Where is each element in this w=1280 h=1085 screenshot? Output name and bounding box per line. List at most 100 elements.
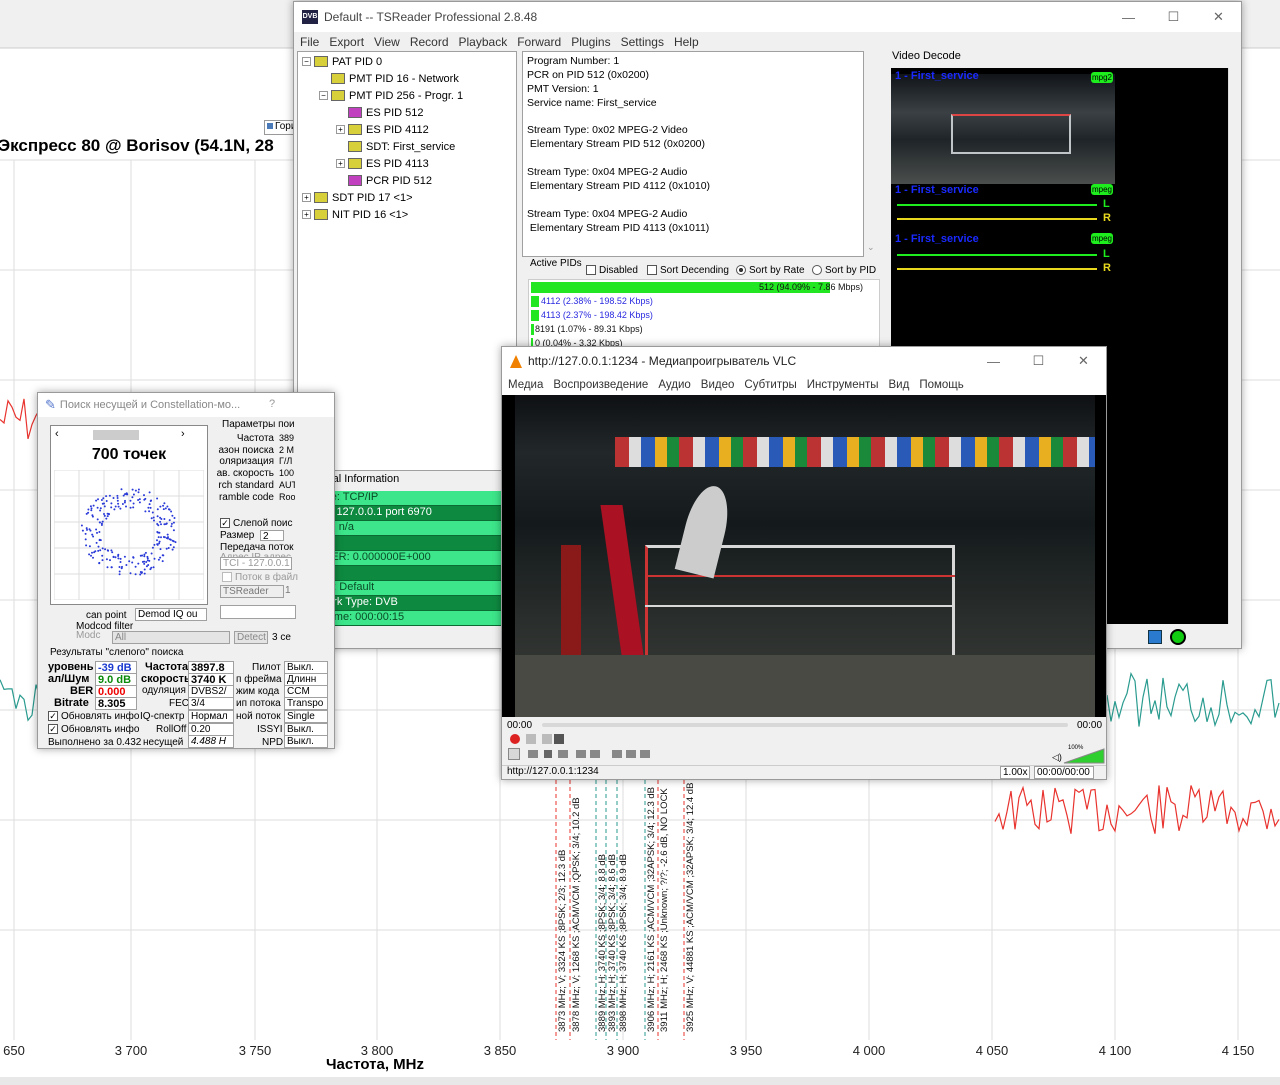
tree-item[interactable]: ES PID 512 [302, 104, 516, 121]
scroll-left-arrow[interactable]: ‹ [55, 428, 59, 440]
vlc-fullscreen-button[interactable] [576, 750, 586, 758]
collapse-icon[interactable]: − [319, 91, 328, 100]
radiation-icon[interactable] [1170, 629, 1186, 645]
expand-icon[interactable]: + [302, 193, 311, 202]
scroll-right-arrow[interactable]: › [181, 428, 185, 440]
vlc-loop-ab-button[interactable] [542, 734, 552, 744]
vlc-record-button[interactable] [510, 734, 520, 744]
scan-point-select[interactable]: Demod IQ ou [135, 608, 207, 621]
vlc-menu-media[interactable]: Медиа [508, 379, 543, 391]
vlc-snapshot-button[interactable] [526, 734, 536, 744]
expand-icon[interactable]: + [302, 210, 311, 219]
pid-row[interactable]: 4112 (2.38% - 198.52 Kbps) [531, 295, 877, 308]
param-value[interactable]: 389 [277, 433, 295, 444]
pid-row[interactable]: 8191 (1.07% - 89.31 Kbps) [531, 323, 877, 336]
vlc-titlebar[interactable]: http://127.0.0.1:1234 - Медиапроигрывате… [502, 347, 1106, 375]
menu-playback[interactable]: Playback [459, 35, 508, 49]
vlc-pause-button[interactable] [508, 748, 520, 760]
tree-item[interactable]: PCR PID 512 [302, 172, 516, 189]
vlc-frame-button[interactable] [554, 734, 564, 744]
vlc-next-button[interactable] [558, 750, 568, 758]
vlc-loop-button[interactable] [626, 750, 636, 758]
vlc-playlist-button[interactable] [612, 750, 622, 758]
const-point [100, 522, 103, 525]
detect-button[interactable]: Detect [234, 631, 268, 644]
tsreader-select[interactable]: TSReader [220, 585, 284, 598]
const-point [118, 566, 121, 568]
tree-item[interactable]: + ES PID 4113 [302, 155, 516, 172]
fec-select[interactable]: 3/4 [188, 697, 234, 710]
menu-export[interactable]: Export [329, 35, 364, 49]
tsreader-titlebar[interactable]: DVB Default -- TSReader Professional 2.8… [294, 2, 1241, 32]
param-value[interactable]: 100 [277, 468, 295, 479]
param-value[interactable]: Roo [277, 492, 295, 503]
vlc-menu-help[interactable]: Помощь [919, 379, 963, 391]
vlc-menu-audio[interactable]: Аудио [658, 379, 690, 391]
npd-select[interactable]: Выкл. [284, 735, 328, 748]
video-decode-scrollbar[interactable] [1228, 68, 1239, 624]
menu-file[interactable]: File [300, 35, 319, 49]
vlc-menu-playback[interactable]: Воспроизведение [553, 379, 648, 391]
disabled-checkbox[interactable]: Disabled [586, 265, 638, 276]
vlc-shuffle-button[interactable] [640, 750, 650, 758]
help-button[interactable]: ? [269, 398, 275, 410]
update-info-1[interactable]: ✓ Обновлять инфо [48, 711, 139, 722]
vlc-effects-button[interactable] [590, 750, 600, 758]
vlc-seek-bar[interactable] [542, 723, 1068, 727]
blind-search-checkbox[interactable]: ✓ Слепой поис [220, 518, 293, 529]
info-scroll-arrow[interactable]: ⌄ [867, 242, 875, 253]
size-spinner[interactable]: 2 [260, 530, 284, 541]
scan-point-field[interactable] [220, 605, 296, 619]
zoom-scrollbar[interactable] [93, 430, 139, 440]
param-value[interactable]: 2 М [277, 445, 295, 456]
vlc-speed[interactable]: 1.00x [1000, 766, 1030, 779]
vlc-menu-subtitles[interactable]: Субтитры [744, 379, 796, 391]
param-value[interactable]: AUT [277, 480, 295, 491]
collapse-icon[interactable]: − [302, 57, 311, 66]
vlc-minimize-button[interactable]: — [971, 347, 1016, 375]
menu-record[interactable]: Record [410, 35, 449, 49]
pid-row[interactable]: 4113 (2.37% - 198.42 Kbps) [531, 309, 877, 322]
menu-settings[interactable]: Settings [621, 35, 664, 49]
expand-icon[interactable]: + [336, 159, 345, 168]
tree-item[interactable]: − PMT PID 256 - Progr. 1 [302, 87, 516, 104]
menu-plugins[interactable]: Plugins [571, 35, 610, 49]
vlc-menu-video[interactable]: Видео [701, 379, 735, 391]
active-pids-list[interactable]: 512 (94.09% - 7.86 Mbps) 4112 (2.38% - 19… [528, 279, 880, 349]
search-titlebar[interactable]: ✎ Поиск несущей и Constellation-мо... ? [38, 393, 334, 417]
vlc-close-button[interactable]: ✕ [1061, 347, 1106, 375]
maximize-button[interactable]: ☐ [1151, 2, 1196, 32]
stream-file-checkbox[interactable]: Поток в файл [222, 572, 298, 583]
istream-select[interactable]: Single [284, 710, 328, 723]
tree-item[interactable]: + SDT PID 17 <1> [302, 189, 516, 206]
tree-item[interactable]: − PAT PID 0 [302, 53, 516, 70]
network-icon[interactable] [1148, 630, 1162, 644]
sort-desc-checkbox[interactable]: Sort Decending [647, 265, 729, 276]
tree-item[interactable]: PMT PID 16 - Network [302, 70, 516, 87]
iq-select[interactable]: Нормал [188, 710, 234, 723]
tree-item[interactable]: SDT: First_service [302, 138, 516, 155]
vlc-menu-tools[interactable]: Инструменты [807, 379, 879, 391]
update-info-2[interactable]: ✓ Обновлять инфо [48, 724, 139, 735]
vlc-mute-icon[interactable]: ◁) [1052, 752, 1062, 763]
tree-item[interactable]: + ES PID 4112 [302, 121, 516, 138]
tree-item[interactable]: + NIT PID 16 <1> [302, 206, 516, 223]
menu-help[interactable]: Help [674, 35, 699, 49]
sort-rate-radio[interactable]: Sort by Rate [736, 265, 805, 276]
sort-pid-radio[interactable]: Sort by PID [812, 265, 876, 276]
vlc-video-area[interactable] [502, 395, 1106, 717]
menu-view[interactable]: View [374, 35, 400, 49]
pid-row[interactable]: 512 (94.09% - 7.86 Mbps) [531, 281, 877, 294]
close-button[interactable]: ✕ [1196, 2, 1241, 32]
all-select[interactable]: All [112, 631, 230, 644]
tci-select[interactable]: TCI - 127.0.0.1 [220, 557, 292, 570]
minimize-button[interactable]: — [1106, 2, 1151, 32]
param-value[interactable]: Г/Л [277, 456, 295, 467]
stype-select[interactable]: Transpo [284, 697, 328, 710]
vlc-maximize-button[interactable]: ☐ [1016, 347, 1061, 375]
menu-forward[interactable]: Forward [517, 35, 561, 49]
expand-icon[interactable]: + [336, 125, 345, 134]
vlc-prev-button[interactable] [528, 750, 538, 758]
vlc-stop-button[interactable] [544, 750, 552, 758]
vlc-menu-view[interactable]: Вид [889, 379, 910, 391]
